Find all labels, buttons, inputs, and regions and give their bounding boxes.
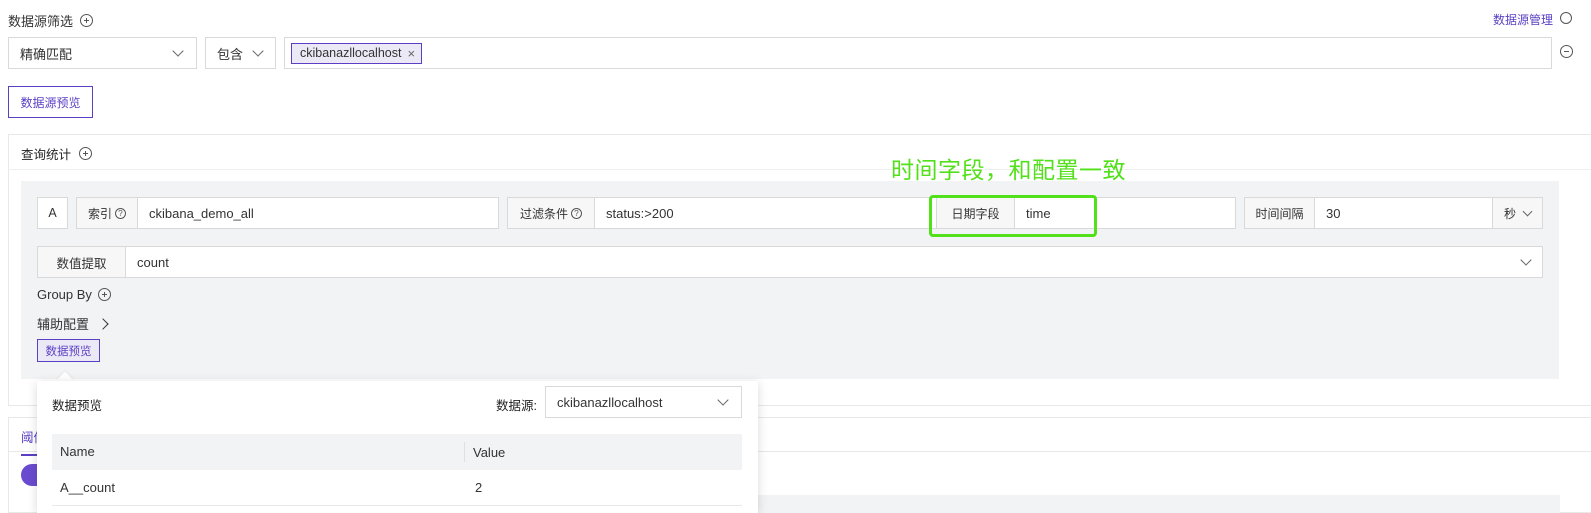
preview-table: Name Value A__count 2 — [52, 434, 742, 506]
table-cell-name: A__count — [60, 480, 115, 495]
operator-value: 包含 — [217, 46, 244, 62]
filter-section-title: 数据源筛选 — [8, 11, 94, 30]
popover-source-value: ckibanazllocalhost — [557, 394, 663, 410]
filter-condition-addon: 过滤条件 ? — [508, 198, 595, 228]
table-row: A__count 2 — [52, 470, 742, 506]
chevron-down-icon — [252, 45, 264, 57]
remove-filter-icon[interactable] — [1560, 45, 1573, 58]
value-extract-addon: 数值提取 — [38, 247, 126, 277]
table-cell-value: 2 — [475, 480, 483, 495]
aux-config-label: 辅助配置 — [37, 317, 90, 332]
add-query-icon[interactable] — [79, 147, 93, 160]
match-mode-value: 精确匹配 — [20, 46, 73, 62]
group-by-label: Group By — [37, 287, 92, 302]
filter-title: 数据源筛选 — [8, 14, 74, 29]
help-icon[interactable]: ? — [571, 207, 582, 219]
index-addon: 索引 ? — [77, 198, 138, 228]
value-extract-value: count — [137, 254, 169, 270]
close-icon[interactable]: × — [407, 47, 415, 60]
date-field-highlight — [929, 195, 1097, 237]
tag-input[interactable]: ckibanazllocalhost × — [284, 37, 1552, 69]
add-group-by-icon[interactable] — [97, 288, 111, 301]
add-filter-icon[interactable] — [80, 14, 94, 27]
query-row-label: A — [37, 197, 68, 229]
query-row-label-text: A — [48, 206, 57, 220]
query-section-header-divider — [8, 169, 1591, 170]
interval-value: 30 — [1326, 205, 1341, 221]
popover-source-label: 数据源: — [496, 399, 537, 413]
query-section-title: 查询统计 — [21, 144, 93, 163]
chevron-right-icon — [97, 317, 109, 330]
table-header-name: Name — [52, 442, 465, 462]
popover-source-select[interactable]: ckibanazllocalhost — [545, 386, 742, 418]
datasource-manage-link[interactable]: 数据源管理 — [1493, 11, 1553, 28]
help-icon[interactable]: ? — [115, 207, 126, 219]
datasource-tag: ckibanazllocalhost × — [291, 42, 423, 64]
group-by-row: Group By — [37, 287, 111, 302]
table-header-value: Value — [473, 444, 506, 460]
interval-label: 时间间隔 — [1255, 206, 1304, 221]
annotation-text: 时间字段，和配置一致 — [891, 157, 1126, 183]
filter-condition-group: 过滤条件 ? status:>200 日期字段 time — [507, 197, 1236, 229]
interval-unit-value: 秒 — [1503, 206, 1516, 221]
value-extract-label: 数值提取 — [56, 256, 107, 271]
filter-condition-value: status:>200 — [606, 205, 674, 221]
index-input-group: 索引 ? ckibana_demo_all — [76, 197, 499, 229]
chevron-down-icon — [1520, 254, 1532, 266]
index-input[interactable]: ckibana_demo_all — [138, 198, 498, 228]
aux-config-toggle[interactable]: 辅助配置 — [37, 314, 109, 333]
chevron-down-icon — [172, 45, 184, 57]
index-value: ckibana_demo_all — [149, 205, 254, 221]
data-preview-popover: 数据预览 数据源: ckibanazllocalhost Name Value … — [37, 381, 758, 513]
threshold-content-bar — [740, 495, 1560, 513]
data-preview-button[interactable]: 数据预览 — [37, 339, 100, 362]
search-icon[interactable] — [1560, 12, 1572, 24]
popover-title: 数据预览 — [52, 399, 103, 413]
datasource-tag-label: ckibanazllocalhost — [300, 46, 402, 60]
chevron-down-icon — [717, 394, 729, 406]
interval-group: 时间间隔 30 秒 — [1244, 197, 1543, 229]
operator-select[interactable]: 包含 — [205, 37, 276, 69]
index-label: 索引 — [87, 206, 112, 221]
chevron-down-icon — [1522, 206, 1533, 217]
interval-input[interactable]: 30 — [1315, 198, 1493, 228]
interval-addon: 时间间隔 — [1245, 198, 1315, 228]
table-header: Name Value — [52, 434, 742, 470]
value-extract-group: 数值提取 count — [37, 246, 1543, 278]
value-extract-select[interactable]: count — [126, 247, 1542, 277]
filter-condition-input[interactable]: status:>200 — [595, 198, 936, 228]
filter-condition-label: 过滤条件 — [519, 206, 568, 221]
query-title: 查询统计 — [21, 148, 72, 162]
match-mode-select[interactable]: 精确匹配 — [8, 37, 197, 69]
interval-unit-select[interactable]: 秒 — [1493, 198, 1542, 228]
datasource-preview-button[interactable]: 数据源预览 — [8, 86, 93, 118]
